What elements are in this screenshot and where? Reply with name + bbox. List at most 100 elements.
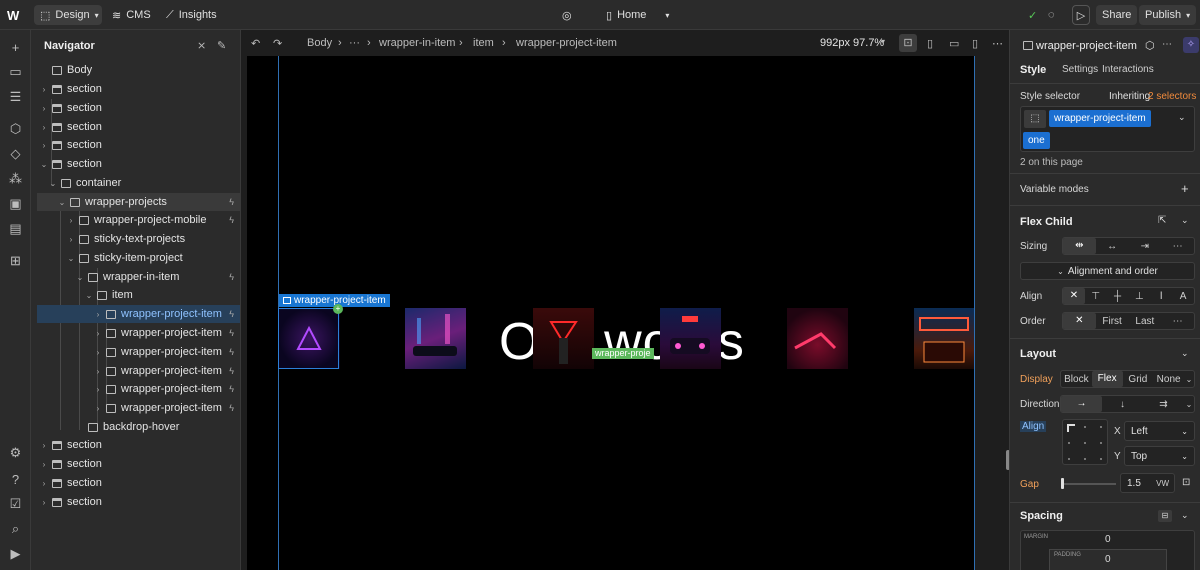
redo-icon[interactable]: ↷ <box>273 37 282 50</box>
mobile-breakpoint-icon[interactable]: ▯ <box>972 37 978 50</box>
chevron-right-icon[interactable]: › <box>93 385 103 394</box>
tablet-breakpoint-icon[interactable]: ▯ <box>927 37 933 50</box>
publish-button[interactable]: Publish ▾ <box>1139 5 1197 25</box>
more-icon[interactable]: ⋯ <box>992 37 1003 50</box>
display-none[interactable]: None <box>1153 374 1184 385</box>
collapse-icon[interactable]: ⨯ <box>197 39 206 52</box>
grow-icon[interactable]: ↔ <box>1096 241 1129 252</box>
add-element-icon[interactable]: + <box>333 304 343 314</box>
tree-row-wrapper-project-mobile[interactable]: › wrapper-project-mobile ϟ <box>37 211 240 229</box>
chevron-down-icon[interactable]: ⌄ <box>1181 215 1189 226</box>
chevron-right-icon[interactable]: › <box>39 460 49 469</box>
tab-interactions[interactable]: Interactions <box>1102 64 1154 75</box>
tree-row-wrapper-in-item[interactable]: ⌄ wrapper-in-item ϟ <box>37 268 240 286</box>
chevron-down-icon[interactable]: ⌄ <box>1178 112 1186 123</box>
chevron-right-icon[interactable]: › <box>39 479 49 488</box>
tree-row-section[interactable]: › section <box>37 455 240 473</box>
share-button[interactable]: Share <box>1096 5 1138 25</box>
chevron-down-icon[interactable]: ⌄ <box>1181 348 1189 359</box>
variables-icon[interactable]: ⁂ <box>6 170 25 188</box>
undo-icon[interactable]: ↶ <box>251 37 260 50</box>
component-icon[interactable]: ⬡ <box>1145 39 1155 52</box>
pages-icon[interactable]: ▭ <box>6 63 25 81</box>
cms-collections-icon[interactable]: ▤ <box>6 220 25 238</box>
chevron-right-icon[interactable]: › <box>93 329 103 338</box>
sizing-control[interactable]: ⇹ ↔ ⇥ ⋯ <box>1062 237 1195 255</box>
inheriting-count-link[interactable]: 2 selectors <box>1148 91 1196 102</box>
add-class-icon[interactable]: ⬚ <box>1024 110 1046 128</box>
tree-row-sticky-text-projects[interactable]: › sticky-text-projects <box>37 230 240 248</box>
project-thumbnail[interactable] <box>405 308 466 369</box>
tree-row-backdrop-hover[interactable]: backdrop-hover <box>37 418 240 436</box>
breadcrumb-ellipsis[interactable]: ··· <box>349 37 360 49</box>
alignment-grid[interactable] <box>1062 419 1108 465</box>
breadcrumb-body[interactable]: Body <box>307 37 332 49</box>
chevron-down-icon[interactable]: ⌄ <box>48 179 58 188</box>
arrow-right-icon[interactable]: → <box>1061 396 1102 412</box>
video-icon[interactable]: ▶ <box>6 545 25 563</box>
preview-play-icon[interactable]: ▷ <box>1072 5 1090 25</box>
breadcrumb-wrapper-in-item[interactable]: wrapper-in-item <box>379 37 455 49</box>
cms-button[interactable]: ≋ CMS <box>112 5 151 25</box>
tree-row-wrapper-project-item[interactable]: › wrapper-project-item ϟ <box>37 362 240 380</box>
check-icon[interactable]: ✓ <box>1028 5 1037 25</box>
chevron-right-icon[interactable]: › <box>93 310 103 319</box>
wrap-icon[interactable]: ⇉ <box>1143 399 1184 410</box>
comment-icon[interactable]: ◌ <box>1048 5 1055 25</box>
margin-box[interactable]: MARGIN 0 PADDING 0 <box>1020 530 1195 570</box>
tree-row-section[interactable]: › section <box>37 493 240 511</box>
chevron-right-icon[interactable]: › <box>93 348 103 357</box>
chevron-down-icon[interactable]: ⌄ <box>66 254 76 263</box>
project-thumbnail[interactable] <box>787 308 848 369</box>
tree-row-wrapper-project-item[interactable]: › wrapper-project-item ϟ <box>37 343 240 361</box>
chevron-down-icon[interactable]: ▾ <box>881 37 885 46</box>
design-canvas[interactable]: Our works wrapper-proje wrapper-project-… <box>247 56 975 570</box>
breadcrumb-item[interactable]: item <box>473 37 494 49</box>
auto-icon[interactable]: ✕ <box>1063 288 1085 304</box>
page-selector[interactable]: ▯ Home ▾ <box>606 5 669 25</box>
none-size-icon[interactable]: ⇥ <box>1129 241 1162 252</box>
combo-class-chip[interactable]: one <box>1023 132 1050 149</box>
order-none-icon[interactable]: ✕ <box>1063 313 1096 329</box>
desktop-breakpoint-icon[interactable]: ⊡ <box>899 34 917 52</box>
padding-box[interactable]: PADDING 0 <box>1049 549 1167 570</box>
align-start-icon[interactable]: ⊤ <box>1085 291 1107 302</box>
settings-icon[interactable]: ⚙ <box>6 444 25 462</box>
viewport-size[interactable]: 992px 97.7% <box>820 37 884 49</box>
design-mode-button[interactable]: ⬚ Design ▾ <box>34 5 102 25</box>
display-flex[interactable]: Flex <box>1091 371 1123 387</box>
gap-slider-track[interactable] <box>1062 483 1116 485</box>
chevron-right-icon[interactable]: › <box>39 123 49 132</box>
globe-icon[interactable]: ◎ <box>562 5 572 25</box>
expand-icon[interactable]: ⇱ <box>1158 215 1166 226</box>
arrow-down-icon[interactable]: ↓ <box>1102 399 1143 410</box>
apps-icon[interactable]: ⊞ <box>6 252 25 270</box>
tree-row-section[interactable]: › section <box>37 474 240 492</box>
y-align-select[interactable]: Top ⌄ <box>1124 446 1195 466</box>
selector-chip[interactable]: wrapper-project-item <box>1049 110 1151 127</box>
search-icon[interactable]: ⌕ <box>6 520 25 538</box>
tree-row-section[interactable]: › section <box>37 136 240 154</box>
tree-row-body[interactable]: Body <box>37 61 240 79</box>
align-baseline-icon[interactable]: A <box>1172 291 1194 302</box>
spacing-mode-icon[interactable]: ⊟ <box>1158 510 1172 522</box>
chevron-right-icon[interactable]: › <box>66 216 76 225</box>
tree-row-section[interactable]: › section <box>37 99 240 117</box>
chevron-right-icon[interactable]: › <box>39 498 49 507</box>
chevron-right-icon[interactable]: › <box>66 235 76 244</box>
pin-icon[interactable]: ✎ <box>217 39 226 52</box>
audit-icon[interactable]: ☑ <box>6 495 25 513</box>
chevron-down-icon[interactable]: ⌄ <box>1181 510 1189 521</box>
tree-row-section[interactable]: › section <box>37 436 240 454</box>
chevron-right-icon[interactable]: › <box>39 104 49 113</box>
tree-row-wrapper-project-item[interactable]: › wrapper-project-item ϟ <box>37 305 240 323</box>
align-end-icon[interactable]: ⊥ <box>1128 291 1150 302</box>
more-icon[interactable]: ⋯ <box>1161 241 1194 252</box>
display-control[interactable]: Block Flex Grid None ⌄ <box>1060 370 1195 388</box>
chevron-down-icon[interactable]: ⌄ <box>1184 375 1194 384</box>
ai-assistant-icon[interactable]: ✧ <box>1183 37 1199 53</box>
help-icon[interactable]: ? <box>6 470 25 488</box>
insights-button[interactable]: ⟋ Insights <box>166 5 217 25</box>
chevron-right-icon[interactable]: › <box>39 441 49 450</box>
chevron-down-icon[interactable]: ⌄ <box>75 273 85 282</box>
